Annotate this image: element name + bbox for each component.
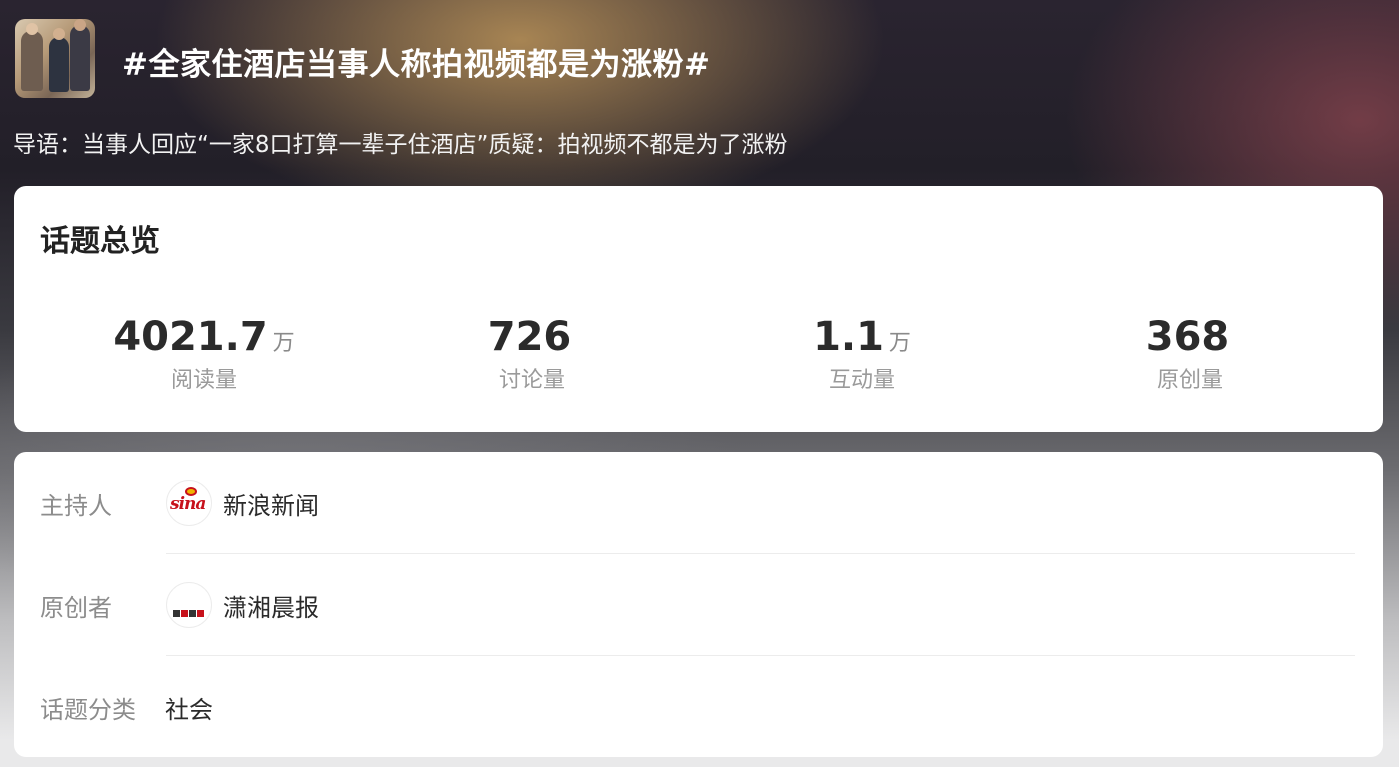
host-name[interactable]: 新浪新闻 <box>223 486 319 521</box>
topic-info-card: 主持人 sina 新浪新闻 原创者 潇湘晨报 话题分类 社会 <box>14 452 1383 757</box>
stat-discussion-count: 726 讨论量 <box>382 314 682 394</box>
topic-title: #全家住酒店当事人称拍视频都是为涨粉# <box>122 47 711 83</box>
topic-overview-card: 话题总览 4021.7 万 阅读量 726 讨论量 1.1 万 互动量 368 原创… <box>14 186 1383 432</box>
stat-value: 726 <box>487 314 572 360</box>
stat-value: 1.1 <box>813 314 884 360</box>
stat-value: 368 <box>1145 314 1230 360</box>
sina-logo-icon[interactable]: sina <box>166 480 212 526</box>
stat-interaction-count: 1.1 万 互动量 <box>712 314 1012 394</box>
category-label: 话题分类 <box>40 696 136 724</box>
overview-title: 话题总览 <box>40 224 160 259</box>
host-row[interactable]: 主持人 sina 新浪新闻 <box>14 452 1383 554</box>
topic-intro: 导语：当事人回应“一家8口打算一辈子住酒店”质疑：拍视频不都是为了涨粉 <box>13 132 788 158</box>
stat-label: 互动量 <box>828 368 895 393</box>
category-row: 话题分类 社会 <box>14 656 1383 758</box>
stat-value: 4021.7 <box>113 314 268 360</box>
stat-label: 讨论量 <box>498 368 565 393</box>
creator-row[interactable]: 原创者 潇湘晨报 <box>14 554 1383 656</box>
creator-label: 原创者 <box>40 594 112 622</box>
newspaper-logo-icon[interactable] <box>166 582 212 628</box>
stat-unit: 万 <box>888 331 911 356</box>
stat-unit: 万 <box>272 331 295 356</box>
stat-read-count: 4021.7 万 阅读量 <box>54 314 354 394</box>
stat-label: 阅读量 <box>170 368 237 393</box>
topic-thumbnail[interactable] <box>15 19 95 98</box>
creator-name[interactable]: 潇湘晨报 <box>223 588 319 623</box>
stats-row: 4021.7 万 阅读量 726 讨论量 1.1 万 互动量 368 原创量 <box>14 314 1383 394</box>
host-label: 主持人 <box>40 492 112 520</box>
stat-label: 原创量 <box>1156 368 1223 393</box>
stat-original-count: 368 原创量 <box>1040 314 1340 394</box>
topic-header: #全家住酒店当事人称拍视频都是为涨粉# <box>15 19 1384 99</box>
category-value[interactable]: 社会 <box>165 690 213 725</box>
